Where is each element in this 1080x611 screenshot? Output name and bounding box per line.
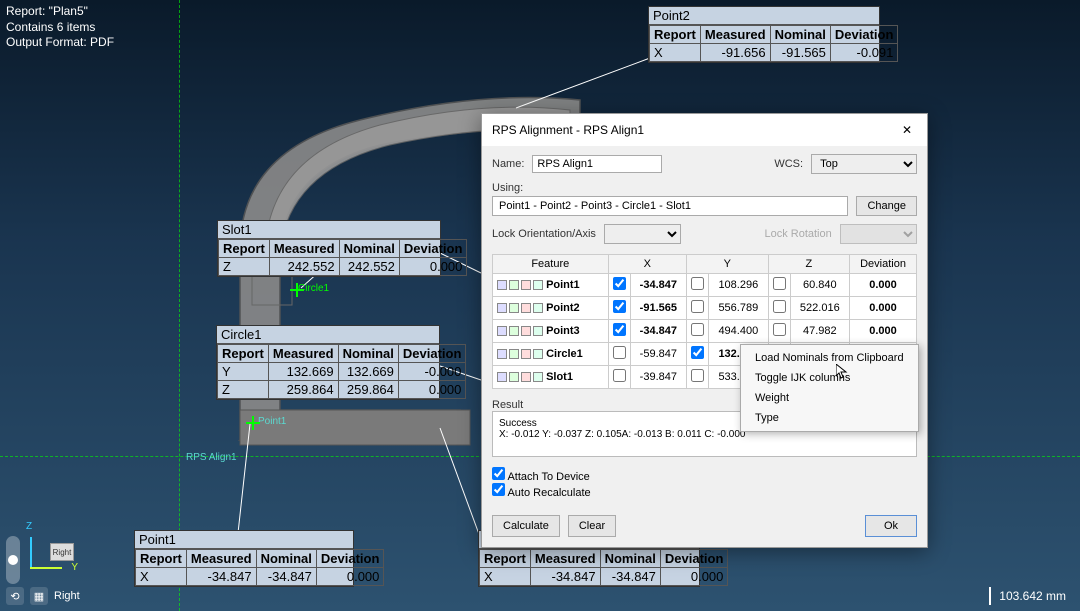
name-input[interactable] [532, 155, 662, 173]
name-label: Name: [492, 158, 524, 170]
target-icon [521, 372, 531, 382]
report-name: Report: "Plan5" [6, 4, 114, 20]
marker-rps: RPS Align1 [186, 452, 237, 463]
callout-slot1: Slot1 ReportMeasuredNominalDeviation Z24… [217, 220, 441, 277]
attach-label: Attach To Device [507, 471, 589, 483]
result-label: Result [492, 399, 523, 411]
auto-checkbox[interactable] [492, 483, 505, 496]
view-toolbar: ⟲ ▦ Right [6, 587, 80, 605]
y-axis-arrow [30, 567, 62, 569]
cursor-icon [836, 364, 848, 380]
feature-icon [533, 372, 543, 382]
menu-load-nominals[interactable]: Load Nominals from Clipboard [741, 348, 918, 368]
dialog-titlebar[interactable]: RPS Alignment - RPS Align1 ✕ [482, 114, 927, 146]
z-checkbox[interactable] [773, 300, 786, 313]
context-menu: Load Nominals from Clipboard Toggle IJK … [740, 344, 919, 432]
x-checkbox[interactable] [613, 277, 626, 290]
calculate-button[interactable]: Calculate [492, 515, 560, 537]
orbit-icon[interactable]: ⟲ [6, 587, 24, 605]
table-row[interactable]: Point3 -34.847 494.400 47.982 0.000 [493, 320, 917, 343]
check-icon[interactable] [509, 280, 519, 290]
view-cube[interactable]: Right [50, 543, 74, 561]
z-axis-arrow [30, 537, 32, 569]
close-icon[interactable]: ✕ [897, 120, 917, 140]
y-checkbox[interactable] [691, 346, 704, 359]
expand-icon[interactable] [497, 326, 507, 336]
target-icon [521, 280, 531, 290]
expand-icon[interactable] [497, 372, 507, 382]
expand-icon[interactable] [497, 280, 507, 290]
lock-orientation-label: Lock Orientation/Axis [492, 228, 596, 240]
y-checkbox[interactable] [691, 323, 704, 336]
table-row[interactable]: Point1 -34.847 108.296 60.840 0.000 [493, 274, 917, 297]
check-icon[interactable] [509, 326, 519, 336]
menu-type[interactable]: Type [741, 408, 918, 428]
clear-button[interactable]: Clear [568, 515, 616, 537]
z-checkbox[interactable] [773, 277, 786, 290]
report-info: Report: "Plan5" Contains 6 items Output … [6, 4, 114, 51]
target-icon [521, 303, 531, 313]
marker-cross-point1 [246, 416, 260, 430]
callout-point2: Point2 ReportMeasuredNominalDeviation X-… [648, 6, 880, 63]
status-distance: 103.642 mm [989, 587, 1074, 605]
lock-rotation-label: Lock Rotation [764, 228, 831, 240]
axis-triad[interactable]: Z Y Right [18, 521, 78, 581]
callout-title: Point2 [649, 7, 879, 25]
report-count: Contains 6 items [6, 20, 114, 36]
ok-button[interactable]: Ok [865, 515, 917, 537]
using-input[interactable]: Point1 - Point2 - Point3 - Circle1 - Slo… [492, 196, 848, 216]
attach-checkbox[interactable] [492, 467, 505, 480]
expand-icon[interactable] [497, 303, 507, 313]
y-checkbox[interactable] [691, 369, 704, 382]
y-checkbox[interactable] [691, 300, 704, 313]
x-checkbox[interactable] [613, 300, 626, 313]
x-checkbox[interactable] [613, 346, 626, 359]
callout-table: ReportMeasuredNominalDeviation Z242.5522… [218, 239, 467, 276]
callout-table: ReportMeasuredNominalDeviation X-34.847-… [479, 549, 728, 586]
callout-table: ReportMeasuredNominalDeviation X-91.656-… [649, 25, 898, 62]
lock-orientation-select[interactable] [604, 224, 681, 244]
zoom-slider[interactable] [6, 536, 20, 584]
feature-icon [533, 326, 543, 336]
target-icon [521, 326, 531, 336]
wcs-label: WCS: [774, 158, 803, 170]
check-icon[interactable] [509, 349, 519, 359]
rps-alignment-dialog: RPS Alignment - RPS Align1 ✕ Name: WCS: … [481, 113, 928, 548]
y-checkbox[interactable] [691, 277, 704, 290]
check-icon[interactable] [509, 303, 519, 313]
feature-icon [533, 303, 543, 313]
change-button[interactable]: Change [856, 196, 917, 216]
marker-point1: Point1 [258, 416, 286, 427]
x-checkbox[interactable] [613, 369, 626, 382]
callout-title: Slot1 [218, 221, 440, 239]
check-icon[interactable] [509, 372, 519, 382]
feature-icon [533, 349, 543, 359]
callout-circle1: Circle1 ReportMeasuredNominalDeviation Y… [216, 325, 440, 400]
target-icon [521, 349, 531, 359]
z-label: Z [26, 521, 32, 532]
callout-table: ReportMeasuredNominalDeviation Y132.6691… [217, 344, 466, 399]
auto-label: Auto Recalculate [507, 487, 590, 499]
callout-title: Circle1 [217, 326, 439, 344]
dialog-title: RPS Alignment - RPS Align1 [492, 123, 644, 137]
table-row[interactable]: Point2 -91.565 556.789 522.016 0.000 [493, 297, 917, 320]
callout-point1: Point1 ReportMeasuredNominalDeviation X-… [134, 530, 354, 587]
slider-knob[interactable] [8, 555, 18, 565]
using-label: Using: [492, 182, 523, 194]
x-checkbox[interactable] [613, 323, 626, 336]
z-checkbox[interactable] [773, 323, 786, 336]
menu-toggle-ijk[interactable]: Toggle IJK columns [741, 368, 918, 388]
marker-cross-circle [290, 283, 304, 297]
callout-title: Point1 [135, 531, 353, 549]
callout-table: ReportMeasuredNominalDeviation X-34.847-… [135, 549, 384, 586]
view-label: Right [54, 590, 80, 602]
y-label: Y [71, 562, 78, 573]
wcs-select[interactable]: Top [811, 154, 917, 174]
report-format: Output Format: PDF [6, 35, 114, 51]
grid-icon[interactable]: ▦ [30, 587, 48, 605]
menu-weight[interactable]: Weight [741, 388, 918, 408]
feature-icon [533, 280, 543, 290]
expand-icon[interactable] [497, 349, 507, 359]
lock-rotation-select [840, 224, 917, 244]
